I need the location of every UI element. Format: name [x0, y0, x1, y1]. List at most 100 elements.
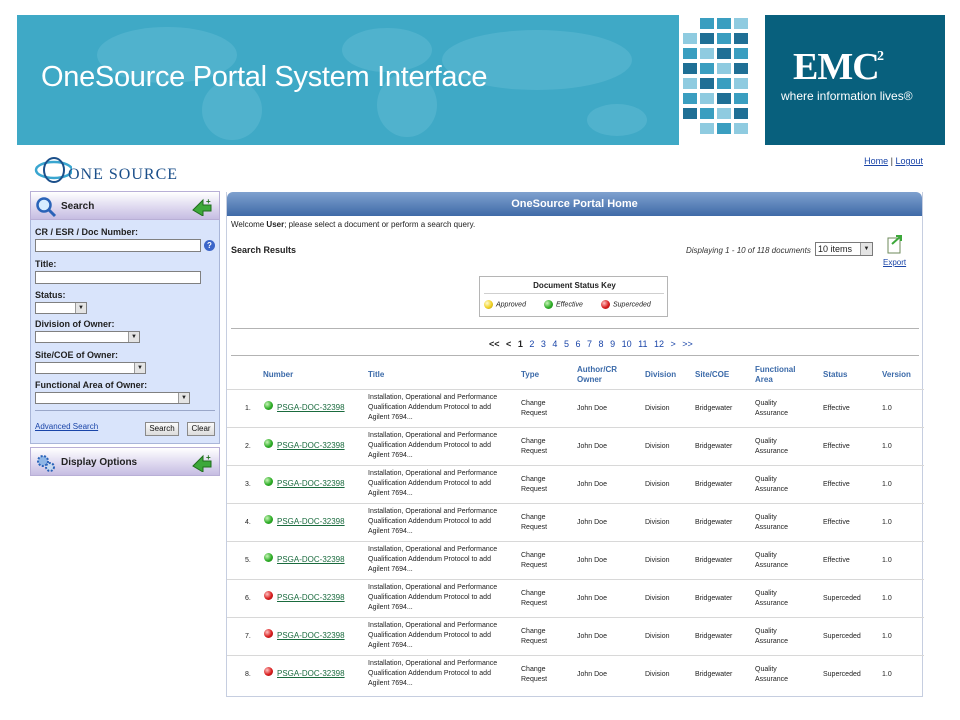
expand-arrow-icon[interactable]: +	[191, 196, 213, 216]
title-input[interactable]	[35, 271, 201, 284]
status: Effective	[823, 481, 850, 488]
col-site[interactable]: Site/COE	[695, 370, 729, 380]
version: 1.0	[882, 443, 892, 450]
search-panel-header[interactable]: Search +	[30, 191, 220, 220]
table-row[interactable]: 8. PSGA-DOC-32398 Installation, Operationa…	[227, 655, 924, 693]
gears-icon	[37, 455, 55, 472]
form-divider	[35, 410, 215, 411]
search-button[interactable]: Search	[145, 422, 179, 436]
advanced-search-link[interactable]: Advanced Search	[35, 422, 98, 431]
document-title: Installation, Operational and Performanc…	[368, 470, 498, 497]
col-status[interactable]: Status	[823, 370, 847, 380]
division: Division	[645, 481, 670, 488]
page-1[interactable]: 1	[518, 339, 523, 349]
page-last[interactable]: >>	[682, 339, 693, 349]
divider-bottom	[231, 355, 919, 356]
author: John Doe	[577, 405, 607, 412]
expand-arrow-icon[interactable]: +	[191, 452, 213, 472]
page-5[interactable]: 5	[564, 339, 569, 349]
red-status-icon	[601, 300, 610, 309]
page-8[interactable]: 8	[599, 339, 604, 349]
logout-link[interactable]: Logout	[895, 156, 923, 166]
page-9[interactable]: 9	[610, 339, 615, 349]
home-link[interactable]: Home	[864, 156, 888, 166]
items-per-page-value: 10 items	[818, 244, 853, 254]
dropdown-arrow-icon: ▼	[75, 303, 86, 313]
col-number[interactable]: Number	[263, 370, 293, 380]
table-row[interactable]: 5. PSGA-DOC-32398 Installation, Operationa…	[227, 541, 924, 579]
status: Effective	[823, 405, 850, 412]
display-options-title: Display Options	[61, 457, 138, 468]
row-index: 5.	[245, 557, 251, 564]
table-row[interactable]: 3. PSGA-DOC-32398 Installation, Operationa…	[227, 465, 924, 503]
welcome-message: Welcome User; please select a document o…	[231, 220, 475, 229]
page-12[interactable]: 12	[654, 339, 664, 349]
banner-title: OneSource Portal System Interface	[41, 61, 488, 93]
site-select[interactable]: ▼	[35, 362, 146, 374]
export-link[interactable]: Export	[883, 258, 906, 267]
division: Division	[645, 557, 670, 564]
magnifier-icon	[36, 197, 57, 218]
division: Division	[645, 595, 670, 602]
col-area[interactable]: Functional Area	[755, 365, 805, 385]
page-4[interactable]: 4	[552, 339, 557, 349]
document-number-link[interactable]: PSGA-DOC-32398	[277, 555, 345, 565]
document-number-link[interactable]: PSGA-DOC-32398	[277, 631, 345, 641]
search-form: CR / ESR / Doc Number: ? Title: Status: …	[30, 220, 220, 444]
emc-logo-superscript: 2	[877, 49, 884, 64]
export-icon[interactable]	[885, 234, 905, 254]
area-select[interactable]: ▼	[35, 392, 190, 404]
main-content: OneSource Portal Home Welcome User; plea…	[226, 192, 924, 697]
page-11[interactable]: 11	[638, 339, 647, 349]
help-icon[interactable]: ?	[204, 240, 215, 251]
site-label: Site/COE of Owner:	[35, 350, 119, 360]
page-3[interactable]: 3	[541, 339, 546, 349]
document-type: Change Request	[521, 628, 548, 645]
page-6[interactable]: 6	[575, 339, 580, 349]
col-title[interactable]: Title	[368, 370, 384, 380]
functional-area: Quality Assurance	[755, 628, 789, 645]
dropdown-arrow-icon: ▼	[860, 243, 872, 255]
search-panel: Search + CR / ESR / Doc Number: ? Title:…	[30, 191, 220, 444]
row-index: 8.	[245, 671, 251, 678]
clear-button[interactable]: Clear	[187, 422, 215, 436]
document-number-link[interactable]: PSGA-DOC-32398	[277, 403, 345, 413]
dropdown-arrow-icon: ▼	[134, 363, 145, 373]
main-title: OneSource Portal Home	[227, 192, 922, 216]
red-status-icon	[264, 629, 273, 638]
document-number-link[interactable]: PSGA-DOC-32398	[277, 479, 345, 489]
page-10[interactable]: 10	[622, 339, 632, 349]
document-number-link[interactable]: PSGA-DOC-32398	[277, 593, 345, 603]
page-prev[interactable]: <	[506, 339, 511, 349]
page-first[interactable]: <<	[489, 339, 500, 349]
table-row[interactable]: 1. PSGA-DOC-32398 Installation, Operationa…	[227, 389, 924, 427]
table-row[interactable]: 7. PSGA-DOC-32398 Installation, Operationa…	[227, 617, 924, 655]
col-division[interactable]: Division	[645, 370, 676, 380]
cr-number-input[interactable]	[35, 239, 201, 252]
document-number-link[interactable]: PSGA-DOC-32398	[277, 669, 345, 679]
table-row[interactable]: 4. PSGA-DOC-32398 Installation, Operationa…	[227, 503, 924, 541]
table-row[interactable]: 6. PSGA-DOC-32398 Installation, Operationa…	[227, 579, 924, 617]
table-row[interactable]: 2. PSGA-DOC-32398 Installation, Operationa…	[227, 427, 924, 465]
emc-brand-panel: EMC 2 where information lives®	[765, 15, 945, 145]
status-select[interactable]: ▼	[35, 302, 87, 314]
green-status-icon	[264, 401, 273, 410]
document-number-link[interactable]: PSGA-DOC-32398	[277, 517, 345, 527]
version: 1.0	[882, 405, 892, 412]
red-status-icon	[264, 667, 273, 676]
document-type: Change Request	[521, 438, 548, 455]
page-7[interactable]: 7	[587, 339, 592, 349]
divider-top	[231, 328, 919, 329]
col-version[interactable]: Version	[882, 370, 911, 380]
division-select[interactable]: ▼	[35, 331, 140, 343]
author: John Doe	[577, 443, 607, 450]
page-next[interactable]: >	[671, 339, 676, 349]
display-options-header[interactable]: Display Options +	[30, 447, 220, 476]
items-per-page-select[interactable]: 10 items ▼	[815, 242, 873, 256]
site: Bridgewater	[695, 443, 733, 450]
document-number-link[interactable]: PSGA-DOC-32398	[277, 441, 345, 451]
page-2[interactable]: 2	[529, 339, 534, 349]
green-status-icon	[264, 553, 273, 562]
col-author[interactable]: Author/CR Owner	[577, 365, 625, 385]
col-type[interactable]: Type	[521, 370, 539, 380]
